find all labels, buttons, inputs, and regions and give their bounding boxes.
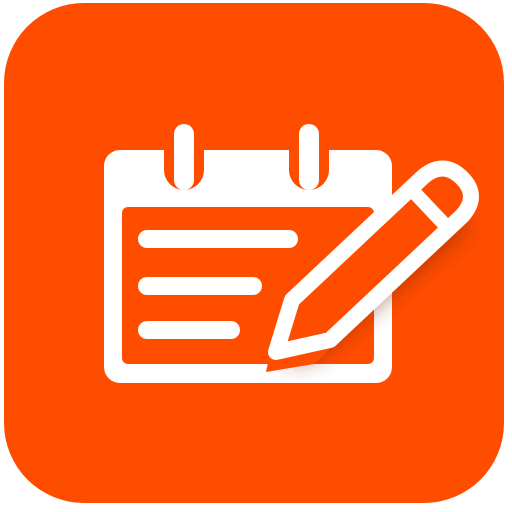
app-icon-canvas — [0, 0, 512, 512]
calendar-note-app-icon[interactable] — [0, 0, 512, 512]
note-line-1 — [138, 230, 298, 248]
note-line-3 — [138, 321, 240, 339]
note-line-2 — [138, 277, 262, 295]
calendar-note-pencil-icon — [4, 3, 504, 503]
